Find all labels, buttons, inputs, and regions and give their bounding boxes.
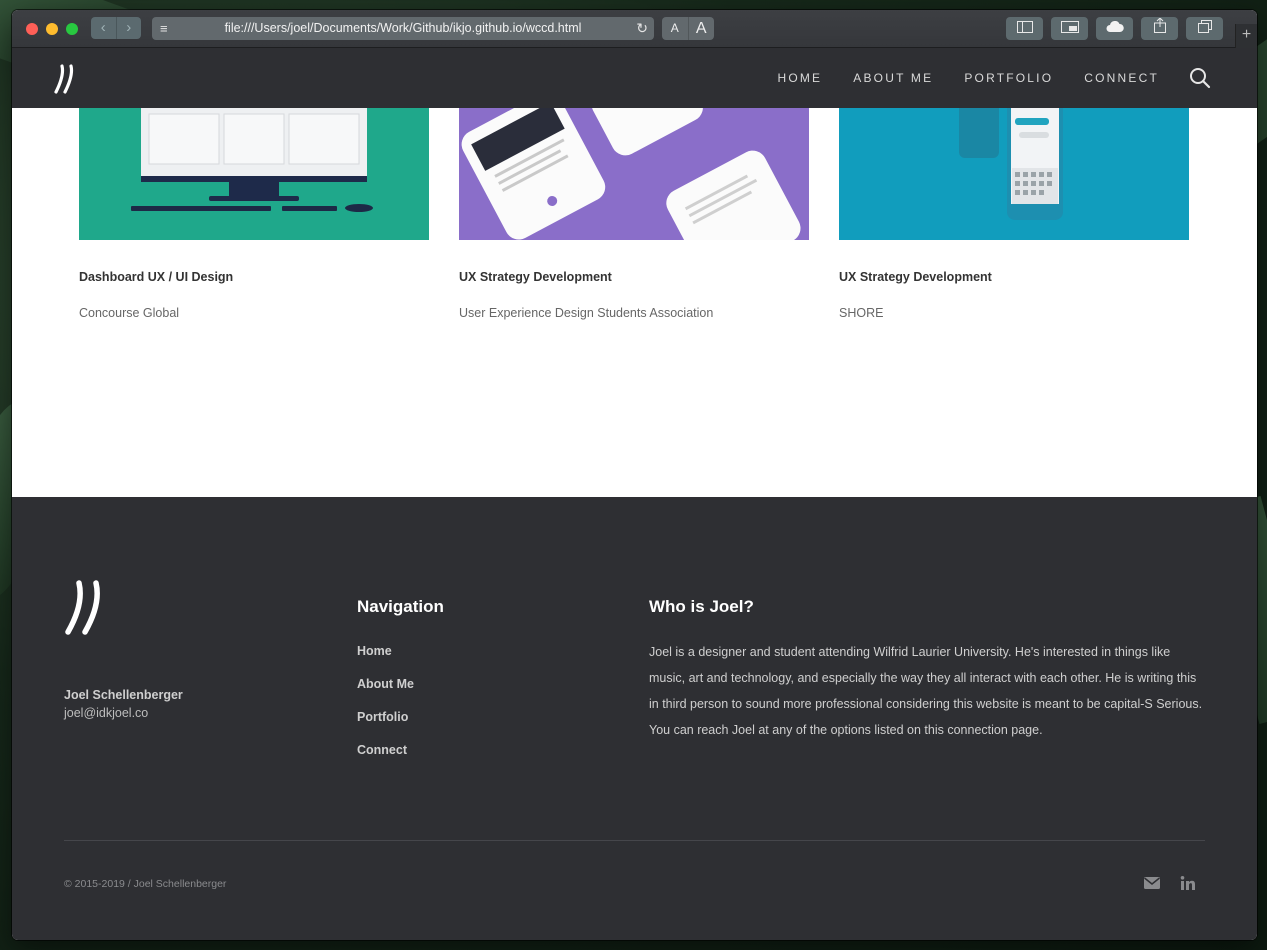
- menu-connect[interactable]: CONNECT: [1084, 71, 1159, 85]
- footer-nav: Home About Me Portfolio Connect: [357, 644, 414, 776]
- sidebar-toggle-button[interactable]: [1006, 17, 1043, 40]
- phone-illustration: [959, 108, 1063, 220]
- site-footer: Joel Schellenberger joel@idkjoel.co Navi…: [12, 497, 1257, 940]
- footer-nav-portfolio[interactable]: Portfolio: [357, 710, 414, 743]
- forward-button[interactable]: ›: [116, 17, 141, 39]
- card-client: SHORE: [839, 306, 884, 320]
- card-image-uxdsa[interactable]: [459, 108, 809, 240]
- menu-about-me[interactable]: ABOUT ME: [853, 71, 933, 85]
- menu-portfolio[interactable]: PORTFOLIO: [964, 71, 1053, 85]
- main-menu: HOME ABOUT ME PORTFOLIO CONNECT: [777, 48, 1159, 108]
- card-title[interactable]: UX Strategy Development: [839, 270, 992, 284]
- menu-home[interactable]: HOME: [777, 71, 822, 85]
- search-icon[interactable]: [1189, 67, 1211, 89]
- increase-font-button[interactable]: A: [688, 17, 714, 40]
- portfolio-card-shore[interactable]: UX Strategy Development SHORE: [839, 108, 1189, 320]
- decrease-font-button[interactable]: A: [662, 17, 689, 40]
- card-image-dashboard[interactable]: [79, 108, 429, 240]
- card-title[interactable]: UX Strategy Development: [459, 270, 612, 284]
- picture-in-picture-button[interactable]: [1051, 17, 1088, 40]
- tabs-icon: [1197, 20, 1212, 33]
- footer-nav-connect[interactable]: Connect: [357, 743, 414, 776]
- site-logo[interactable]: [54, 64, 76, 94]
- footer-logo: [65, 580, 100, 635]
- footer-name: Joel Schellenberger: [64, 688, 183, 702]
- card-client: Concourse Global: [79, 306, 180, 320]
- copyright: © 2015-2019 / Joel Schellenberger: [64, 878, 227, 890]
- footer-about-text: Joel is a designer and student attending…: [649, 645, 1203, 737]
- footer-about-heading: Who is Joel?: [649, 597, 754, 616]
- footer-nav-about-me[interactable]: About Me: [357, 677, 414, 710]
- footer-email-link[interactable]: joel@idkjoel.co: [64, 706, 148, 720]
- portfolio-section: Dashboard UX / UI Design Concourse Globa…: [12, 108, 1257, 497]
- footer-nav-heading: Navigation: [357, 597, 444, 616]
- portfolio-card-uxdsa[interactable]: UX Strategy Development User Experience …: [459, 108, 809, 320]
- pip-icon: [1060, 21, 1079, 33]
- minimize-window-button[interactable]: [46, 23, 58, 35]
- monitor-illustration: [131, 108, 373, 212]
- history-nav: ‹ ›: [91, 17, 141, 39]
- font-size-controls: A A: [662, 17, 714, 40]
- share-icon: [1153, 17, 1166, 33]
- card-title[interactable]: Dashboard UX / UI Design: [79, 270, 233, 284]
- back-button[interactable]: ‹: [91, 17, 117, 39]
- phones-illustration: [461, 108, 801, 240]
- new-tab-button[interactable]: +: [1235, 24, 1257, 48]
- zoom-window-button[interactable]: [66, 23, 78, 35]
- footer-nav-home[interactable]: Home: [357, 644, 414, 677]
- share-button[interactable]: [1141, 17, 1178, 40]
- linkedin-icon[interactable]: [1179, 875, 1197, 891]
- card-image-shore[interactable]: [839, 108, 1189, 240]
- portfolio-card-dashboard[interactable]: Dashboard UX / UI Design Concourse Globa…: [79, 108, 429, 320]
- email-icon[interactable]: [1143, 875, 1161, 891]
- sidebar-icon: [1016, 21, 1033, 33]
- browser-window: ‹ › ≡ file:///Users/joel/Documents/Work/…: [12, 10, 1257, 940]
- tab-overview-button[interactable]: [1186, 17, 1223, 40]
- url-text: file:///Users/joel/Documents/Work/Github…: [224, 21, 582, 35]
- reader-view-icon[interactable]: ≡: [160, 17, 168, 40]
- footer-divider: [64, 840, 1205, 841]
- browser-toolbar: ‹ › ≡ file:///Users/joel/Documents/Work/…: [12, 10, 1257, 48]
- site-header: HOME ABOUT ME PORTFOLIO CONNECT: [12, 48, 1257, 108]
- card-client: User Experience Design Students Associat…: [459, 306, 714, 320]
- close-window-button[interactable]: [26, 23, 38, 35]
- reload-icon[interactable]: ↻: [636, 17, 648, 40]
- cloud-icon: [1106, 20, 1124, 32]
- icloud-tabs-button[interactable]: [1096, 17, 1133, 40]
- address-bar[interactable]: ≡ file:///Users/joel/Documents/Work/Gith…: [152, 17, 654, 40]
